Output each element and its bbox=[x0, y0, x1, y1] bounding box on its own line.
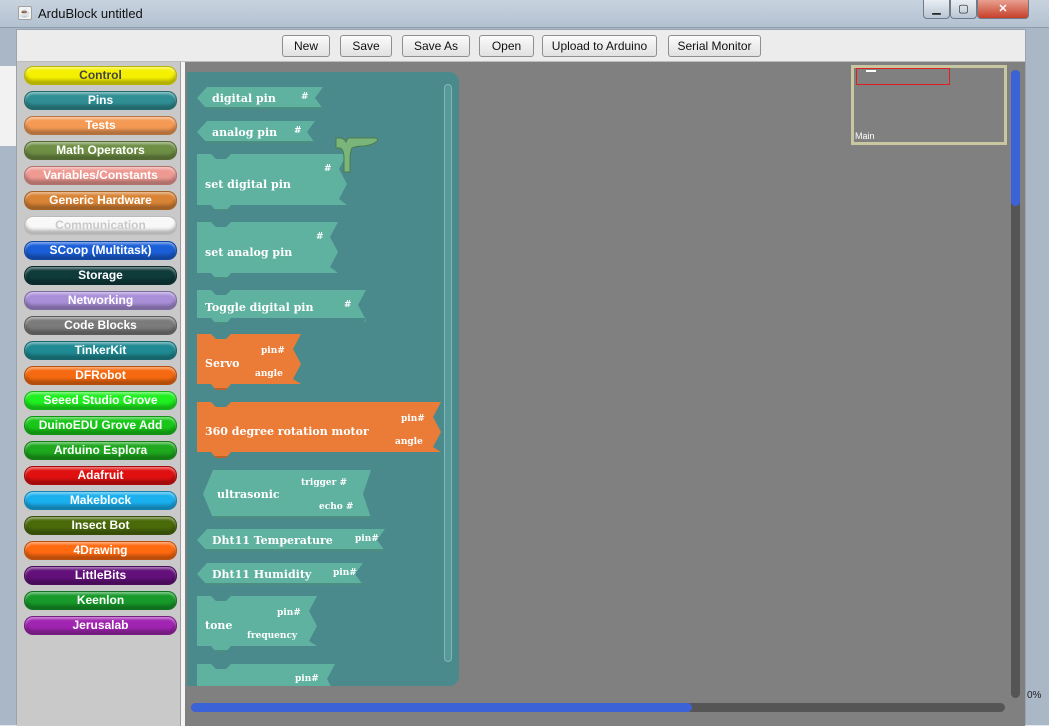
block-socket-label: angle bbox=[255, 369, 283, 379]
block-socket-label: pin# bbox=[401, 414, 425, 424]
block-label: set digital pin bbox=[205, 178, 291, 191]
category-variables-constants[interactable]: Variables/Constants bbox=[24, 166, 177, 185]
block-socket-label: # bbox=[294, 126, 302, 136]
category-jerusalab[interactable]: Jerusalab bbox=[24, 616, 177, 635]
category-4drawing[interactable]: 4Drawing bbox=[24, 541, 177, 560]
rotation-motor-block[interactable]: 360 degree rotation motor pin# angle bbox=[197, 402, 441, 458]
close-button[interactable]: ✕ bbox=[977, 0, 1029, 19]
horizontal-scroll-thumb[interactable] bbox=[191, 703, 692, 712]
set-digital-pin-block[interactable]: set digital pin # bbox=[197, 154, 347, 211]
serial-monitor-button[interactable]: Serial Monitor bbox=[668, 35, 761, 57]
horizontal-scrollbar[interactable] bbox=[191, 703, 1005, 712]
category-keenlon[interactable]: Keenlon bbox=[24, 591, 177, 610]
analog-pin-block[interactable]: analog pin # bbox=[197, 121, 315, 143]
category-networking[interactable]: Networking bbox=[24, 291, 177, 310]
ultrasonic-block[interactable]: ultrasonic trigger # echo # bbox=[203, 470, 371, 518]
servo-block[interactable]: Servo pin# angle bbox=[197, 334, 301, 390]
digital-pin-block[interactable]: digital pin # bbox=[197, 87, 323, 109]
tone-block[interactable]: tone pin# frequency bbox=[197, 596, 317, 652]
category-communication[interactable]: Communication bbox=[24, 216, 177, 235]
partial-block[interactable]: pin# bbox=[197, 664, 335, 686]
background-window-edge bbox=[0, 66, 16, 146]
category-scoop-multitask[interactable]: SCoop (Multitask) bbox=[24, 241, 177, 260]
block-socket-label: pin# bbox=[277, 608, 301, 618]
category-tinkerkit[interactable]: TinkerKit bbox=[24, 341, 177, 360]
dht11-temperature-block[interactable]: Dht11 Temperature pin# bbox=[197, 529, 385, 551]
block-socket-label: angle bbox=[395, 437, 423, 447]
block-socket-label: # bbox=[301, 92, 309, 102]
block-label: 360 degree rotation motor bbox=[205, 425, 369, 438]
block-socket-label: pin# bbox=[295, 674, 319, 684]
category-insect-bot[interactable]: Insect Bot bbox=[24, 516, 177, 535]
block-socket-label: frequency bbox=[247, 631, 298, 641]
block-socket-label: # bbox=[324, 164, 332, 174]
java-app-icon: ☕ bbox=[18, 6, 32, 20]
set-analog-pin-block[interactable]: set analog pin # bbox=[197, 222, 338, 279]
new-button[interactable]: New bbox=[282, 35, 330, 57]
workspace-canvas[interactable]: digital pin # analog pin # set digital p… bbox=[185, 62, 1025, 726]
toolbar: New Save Save As Open Upload to Arduino … bbox=[17, 30, 1025, 62]
category-dfrobot[interactable]: DFRobot bbox=[24, 366, 177, 385]
category-adafruit[interactable]: Adafruit bbox=[24, 466, 177, 485]
drawer-scrollbar[interactable] bbox=[444, 84, 452, 662]
vertical-scrollbar[interactable] bbox=[1011, 70, 1020, 698]
maximize-button[interactable]: ▢ bbox=[950, 0, 977, 19]
app-window: ☕ ArduBlock untitled ▁ ▢ ✕ 0% New Save S… bbox=[0, 0, 1049, 726]
save-as-button[interactable]: Save As bbox=[402, 35, 470, 57]
block-label: Toggle digital pin bbox=[205, 301, 314, 314]
dht11-humidity-block[interactable]: Dht11 Humidity pin# bbox=[197, 563, 363, 585]
category-storage[interactable]: Storage bbox=[24, 266, 177, 285]
category-math-operators[interactable]: Math Operators bbox=[24, 141, 177, 160]
block-socket-label: pin# bbox=[355, 534, 379, 544]
save-button[interactable]: Save bbox=[340, 35, 392, 57]
block-label: set analog pin bbox=[205, 246, 293, 259]
minimap-block-marker bbox=[866, 70, 876, 72]
category-pins[interactable]: Pins bbox=[24, 91, 177, 110]
open-button[interactable]: Open bbox=[479, 35, 534, 57]
category-code-blocks[interactable]: Code Blocks bbox=[24, 316, 177, 335]
block-socket-label: echo # bbox=[319, 502, 354, 512]
category-control[interactable]: Control bbox=[24, 66, 177, 85]
minimize-button[interactable]: ▁ bbox=[923, 0, 950, 19]
block-drawer: digital pin # analog pin # set digital p… bbox=[187, 72, 459, 686]
block-label: Servo bbox=[205, 357, 240, 370]
minimap-label: Main bbox=[855, 131, 875, 141]
block-label: tone bbox=[205, 619, 233, 632]
category-arduino-esplora[interactable]: Arduino Esplora bbox=[24, 441, 177, 460]
block-socket-label: pin# bbox=[261, 346, 285, 356]
window-title: ArduBlock untitled bbox=[38, 6, 143, 21]
block-socket-label: pin# bbox=[333, 568, 357, 578]
background-window-text: 0% bbox=[1027, 690, 1042, 701]
category-littlebits[interactable]: LittleBits bbox=[24, 566, 177, 585]
upload-to-arduino-button[interactable]: Upload to Arduino bbox=[542, 35, 657, 57]
title-bar: ☕ ArduBlock untitled ▁ ▢ ✕ bbox=[0, 0, 1049, 28]
toggle-digital-pin-block[interactable]: Toggle digital pin # bbox=[197, 290, 366, 324]
category-tests[interactable]: Tests bbox=[24, 116, 177, 135]
block-label: Dht11 Temperature bbox=[212, 534, 333, 547]
vertical-scroll-thumb[interactable] bbox=[1011, 70, 1020, 206]
block-socket-label: # bbox=[344, 300, 352, 310]
block-label: digital pin bbox=[212, 92, 276, 105]
category-palette: Control Pins Tests Math Operators Variables/… bbox=[17, 62, 180, 726]
category-seeed-studio-grove[interactable]: Seeed Studio Grove bbox=[24, 391, 177, 410]
block-label: Dht11 Humidity bbox=[212, 568, 312, 581]
block-label: ultrasonic bbox=[217, 488, 280, 501]
boolean-socket-icon bbox=[335, 137, 379, 173]
minimap[interactable]: Main bbox=[851, 65, 1007, 145]
category-makeblock[interactable]: Makeblock bbox=[24, 491, 177, 510]
block-socket-label: # bbox=[316, 232, 324, 242]
block-socket-label: trigger # bbox=[301, 478, 348, 488]
block-label: analog pin bbox=[212, 126, 278, 139]
category-duinoedu-grove-add[interactable]: DuinoEDU Grove Add bbox=[24, 416, 177, 435]
category-generic-hardware[interactable]: Generic Hardware bbox=[24, 191, 177, 210]
